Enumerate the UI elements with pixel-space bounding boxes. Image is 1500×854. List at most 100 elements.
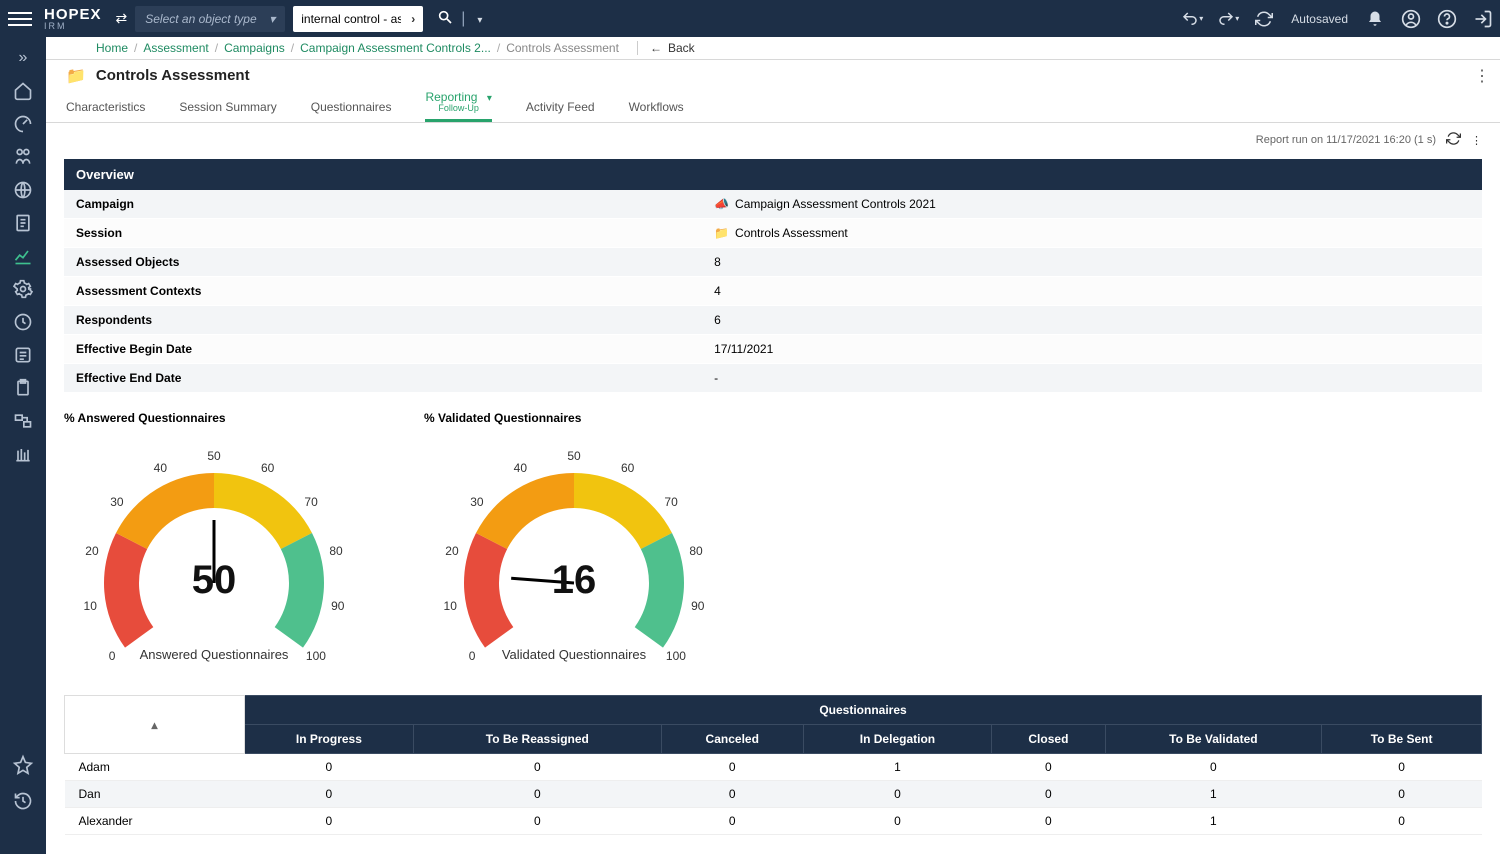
org-icon[interactable] [8,144,38,170]
overview-value: 8 [702,248,1482,277]
table-row: Dan0000010 [65,781,1482,808]
cycle-icon[interactable] [8,309,38,335]
gauge-block: % Answered Questionnaires010203040506070… [64,411,384,673]
q-col-header[interactable]: In Progress [245,725,414,754]
autosave-label: Autosaved [1291,12,1348,26]
svg-text:10: 10 [444,599,458,613]
breadcrumb-current: Controls Assessment [506,41,619,55]
svg-text:60: 60 [261,461,275,475]
globe-icon[interactable] [8,177,38,203]
tab-session-summary[interactable]: Session Summary [179,101,276,122]
svg-text:16: 16 [552,558,597,602]
transfer-icon[interactable] [8,408,38,434]
home-icon[interactable] [8,78,38,104]
list-icon[interactable] [8,342,38,368]
redo-icon[interactable]: ▾ [1219,10,1237,28]
q-cell: 0 [1322,808,1482,835]
dashboard-icon[interactable] [8,111,38,137]
more-menu-icon[interactable]: ⋮ [1474,66,1490,86]
q-col-header[interactable]: Canceled [661,725,803,754]
q-cell: 0 [413,754,661,781]
svg-text:40: 40 [514,461,528,475]
svg-text:50: 50 [567,449,581,463]
q-col-header[interactable]: Closed [992,725,1105,754]
tab-workflows[interactable]: Workflows [629,101,684,122]
breadcrumb-link[interactable]: Campaign Assessment Controls 2... [300,41,491,55]
search-box[interactable]: › [293,6,423,32]
help-icon[interactable] [1438,10,1456,28]
q-col-header[interactable]: To Be Sent [1322,725,1482,754]
q-cell: 0 [803,781,992,808]
q-cell: 0 [245,808,414,835]
brand-sub: IRM [44,22,102,31]
tab-reporting[interactable]: Reporting ▾Follow-Up [425,91,491,122]
q-cell: 0 [661,781,803,808]
svg-text:100: 100 [666,649,686,663]
q-col-header[interactable]: To Be Validated [1105,725,1322,754]
respondent-name: Dan [65,781,245,808]
breadcrumb-link[interactable]: Home [96,41,128,55]
tab-questionnaires[interactable]: Questionnaires [311,101,392,122]
hamburger-menu-icon[interactable] [8,12,32,26]
gauges-row: % Answered Questionnaires010203040506070… [64,411,1482,673]
gauge-block: % Validated Questionnaires01020304050607… [424,411,744,673]
report-meta-text: Report run on 11/17/2021 16:20 (1 s) [1256,134,1436,146]
q-cell: 0 [413,808,661,835]
object-type-select[interactable]: Select an object type ▾ [135,6,285,32]
library-icon[interactable] [8,441,38,467]
refresh-report-icon[interactable] [1446,131,1461,149]
gauge-svg: 010203040506070809010050Answered Questio… [64,433,364,673]
gauge-svg: 010203040506070809010016Validated Questi… [424,433,724,673]
search-scope-chevron-icon[interactable] [473,10,482,28]
back-link[interactable]: ← Back [637,41,695,55]
report-menu-icon[interactable]: ⋮ [1471,134,1482,147]
back-label: Back [668,41,695,55]
svg-text:20: 20 [445,544,459,558]
bell-icon[interactable] [1366,10,1384,28]
page-title: Controls Assessment [96,67,250,84]
refresh-icon[interactable] [1255,10,1273,28]
q-col-header[interactable]: In Delegation [803,725,992,754]
questionnaires-table: ▴QuestionnairesIn ProgressTo Be Reassign… [64,695,1482,835]
tab-activity-feed[interactable]: Activity Feed [526,101,595,122]
chart-icon[interactable] [8,243,38,269]
overview-value: 17/11/2021 [702,335,1482,364]
search-input[interactable] [301,12,401,26]
swap-icon[interactable]: ⇄ [116,10,128,27]
svg-text:20: 20 [85,544,99,558]
q-cell: 1 [1105,781,1322,808]
svg-text:60: 60 [621,461,635,475]
tabs: Characteristics Session Summary Questionna… [46,91,1500,123]
search-icon[interactable] [437,9,453,28]
overview-value: 4 [702,277,1482,306]
star-icon[interactable] [8,752,38,778]
table-row: Alexander0000010 [65,808,1482,835]
gauge-title: % Answered Questionnaires [64,411,384,425]
object-type-placeholder: Select an object type [145,12,256,26]
svg-text:50: 50 [207,449,221,463]
user-icon[interactable] [1402,10,1420,28]
history-icon[interactable] [8,788,38,814]
undo-icon[interactable]: ▾ [1183,10,1201,28]
document-icon[interactable] [8,210,38,236]
tab-characteristics[interactable]: Characteristics [66,101,145,122]
q-col-header[interactable]: To Be Reassigned [413,725,661,754]
overview-key: Assessment Contexts [64,277,702,306]
q-cell: 0 [661,808,803,835]
gear-icon[interactable] [8,276,38,302]
megaphone-icon: 📣 [714,197,729,211]
folder-icon: 📁 [714,226,729,240]
overview-value: 6 [702,306,1482,335]
expand-nav-icon[interactable]: » [8,45,38,71]
chevron-right-icon[interactable]: › [411,12,415,26]
clipboard-icon[interactable] [8,375,38,401]
gauge-title: % Validated Questionnaires [424,411,744,425]
breadcrumb-link[interactable]: Campaigns [224,41,285,55]
q-cell: 0 [803,808,992,835]
breadcrumb-link[interactable]: Assessment [143,41,208,55]
q-table-heading: Questionnaires [245,696,1482,725]
svg-text:30: 30 [110,495,124,509]
overview-key: Effective End Date [64,364,702,393]
overview-key: Campaign [64,190,702,219]
logout-icon[interactable] [1474,10,1492,28]
